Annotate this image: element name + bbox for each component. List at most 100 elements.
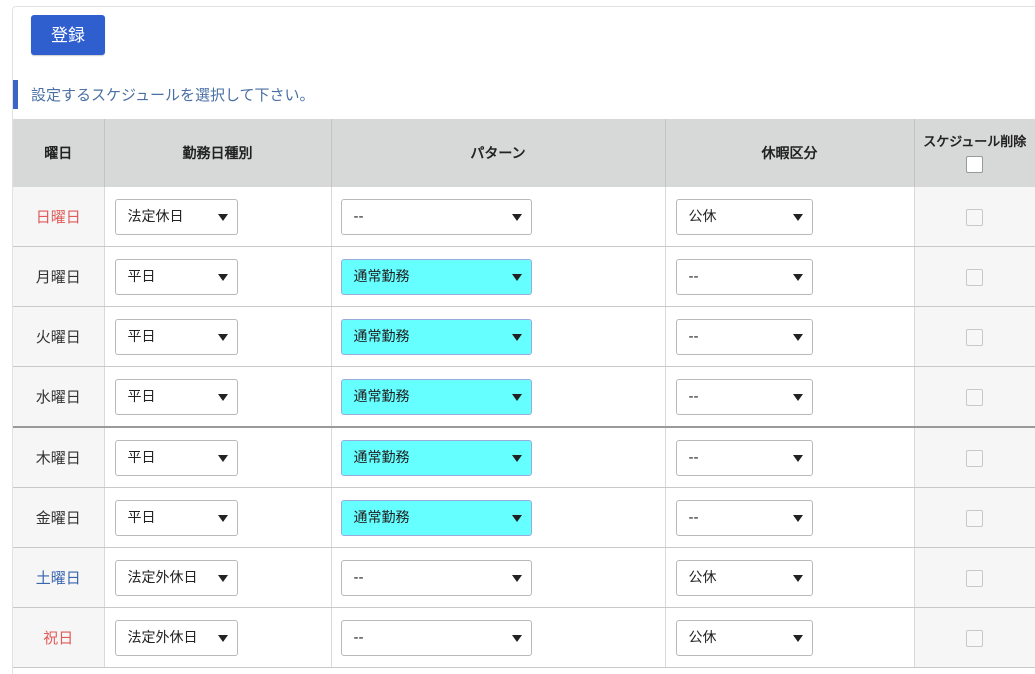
table-header-row: 曜日 勤務日種別 パターン 休暇区分 スケジュール削除 — [13, 119, 1035, 187]
work-type-cell: 平日 — [104, 427, 331, 488]
holiday-select[interactable]: -- — [676, 379, 813, 415]
dropdown-arrow-icon — [793, 515, 803, 522]
delete-schedule-checkbox[interactable] — [966, 570, 983, 587]
dropdown-arrow-icon — [218, 515, 228, 522]
dropdown-arrow-icon — [218, 214, 228, 221]
delete-schedule-checkbox[interactable] — [966, 630, 983, 647]
pattern-select[interactable]: -- — [341, 620, 532, 656]
work-type-select[interactable]: 法定外休日 — [115, 560, 238, 596]
pattern-select[interactable]: -- — [341, 199, 532, 235]
delete-cell — [914, 187, 1035, 247]
holiday-cell: -- — [665, 307, 914, 367]
pattern-cell: -- — [331, 187, 665, 247]
pattern-select[interactable]: 通常勤務 — [341, 379, 532, 415]
table-row: 金曜日 平日 通常勤務 -- — [13, 488, 1035, 548]
holiday-select[interactable]: 公休 — [676, 199, 813, 235]
holiday-value: 公休 — [689, 209, 717, 225]
work-type-value: 平日 — [128, 510, 156, 526]
dropdown-arrow-icon — [793, 575, 803, 582]
delete-cell — [914, 307, 1035, 367]
header-holiday: 休暇区分 — [665, 119, 914, 187]
dropdown-arrow-icon — [512, 274, 522, 281]
work-type-select[interactable]: 法定休日 — [115, 199, 238, 235]
pattern-select[interactable]: -- — [341, 560, 532, 596]
work-type-value: 法定休日 — [128, 209, 184, 225]
delete-schedule-checkbox[interactable] — [966, 510, 983, 527]
day-label: 月曜日 — [36, 268, 81, 286]
work-type-cell: 平日 — [104, 307, 331, 367]
day-label: 木曜日 — [36, 449, 81, 467]
holiday-select[interactable]: -- — [676, 259, 813, 295]
work-type-select[interactable]: 平日 — [115, 319, 238, 355]
pattern-select[interactable]: 通常勤務 — [341, 259, 532, 295]
work-type-select[interactable]: 法定外休日 — [115, 620, 238, 656]
work-type-select[interactable]: 平日 — [115, 259, 238, 295]
header-pattern: パターン — [331, 119, 665, 187]
table-row: 木曜日 平日 通常勤務 -- — [13, 427, 1035, 488]
delete-cell — [914, 367, 1035, 428]
header-work-type: 勤務日種別 — [104, 119, 331, 187]
pattern-cell: 通常勤務 — [331, 367, 665, 428]
day-label: 祝日 — [43, 629, 73, 647]
pattern-cell: -- — [331, 548, 665, 608]
holiday-select[interactable]: 公休 — [676, 620, 813, 656]
delete-schedule-checkbox[interactable] — [966, 450, 983, 467]
delete-schedule-checkbox[interactable] — [966, 389, 983, 406]
day-cell: 水曜日 — [13, 367, 104, 428]
pattern-value: 通常勤務 — [354, 510, 410, 526]
register-button[interactable]: 登録 — [31, 15, 105, 55]
holiday-cell: -- — [665, 427, 914, 488]
delete-schedule-checkbox[interactable] — [966, 209, 983, 226]
day-cell: 祝日 — [13, 608, 104, 668]
work-type-value: 法定外休日 — [128, 630, 198, 646]
holiday-select[interactable]: -- — [676, 319, 813, 355]
pattern-value: 通常勤務 — [354, 450, 410, 466]
pattern-select[interactable]: 通常勤務 — [341, 319, 532, 355]
day-label: 金曜日 — [36, 509, 81, 527]
pattern-cell: 通常勤務 — [331, 427, 665, 488]
delete-schedule-checkbox[interactable] — [966, 269, 983, 286]
pattern-value: 通常勤務 — [354, 389, 410, 405]
work-type-select[interactable]: 平日 — [115, 500, 238, 536]
day-label: 土曜日 — [36, 569, 81, 587]
header-delete: スケジュール削除 — [914, 119, 1035, 187]
holiday-cell: -- — [665, 367, 914, 428]
work-type-value: 平日 — [128, 269, 156, 285]
work-type-cell: 法定休日 — [104, 187, 331, 247]
pattern-value: -- — [354, 209, 364, 225]
dropdown-arrow-icon — [793, 455, 803, 462]
pattern-cell: -- — [331, 608, 665, 668]
delete-cell — [914, 247, 1035, 307]
work-type-value: 法定外休日 — [128, 570, 198, 586]
work-type-value: 平日 — [128, 389, 156, 405]
pattern-select[interactable]: 通常勤務 — [341, 500, 532, 536]
holiday-cell: -- — [665, 247, 914, 307]
dropdown-arrow-icon — [512, 394, 522, 401]
holiday-value: -- — [689, 389, 699, 405]
table-row: 土曜日 法定外休日 -- 公休 — [13, 548, 1035, 608]
work-type-select[interactable]: 平日 — [115, 440, 238, 476]
table-row: 祝日 法定外休日 -- 公休 — [13, 608, 1035, 668]
pattern-select[interactable]: 通常勤務 — [341, 440, 532, 476]
delete-schedule-checkbox[interactable] — [966, 329, 983, 346]
holiday-value: 公休 — [689, 570, 717, 586]
holiday-value: 公休 — [689, 630, 717, 646]
select-all-delete-checkbox[interactable] — [966, 156, 983, 173]
holiday-cell: 公休 — [665, 548, 914, 608]
day-cell: 火曜日 — [13, 307, 104, 367]
dropdown-arrow-icon — [512, 515, 522, 522]
holiday-value: -- — [689, 269, 699, 285]
day-label: 日曜日 — [36, 208, 81, 226]
work-type-cell: 平日 — [104, 488, 331, 548]
holiday-select[interactable]: -- — [676, 500, 813, 536]
schedule-table: 曜日 勤務日種別 パターン 休暇区分 スケジュール削除 日曜日法定休日--公休月… — [13, 119, 1035, 668]
holiday-select[interactable]: -- — [676, 440, 813, 476]
pattern-cell: 通常勤務 — [331, 247, 665, 307]
holiday-cell: -- — [665, 488, 914, 548]
dropdown-arrow-icon — [512, 575, 522, 582]
dropdown-arrow-icon — [512, 334, 522, 341]
holiday-select[interactable]: 公休 — [676, 560, 813, 596]
table-row: 日曜日 法定休日 -- 公休 — [13, 187, 1035, 247]
work-type-select[interactable]: 平日 — [115, 379, 238, 415]
table-row: 水曜日 平日 通常勤務 -- — [13, 367, 1035, 428]
